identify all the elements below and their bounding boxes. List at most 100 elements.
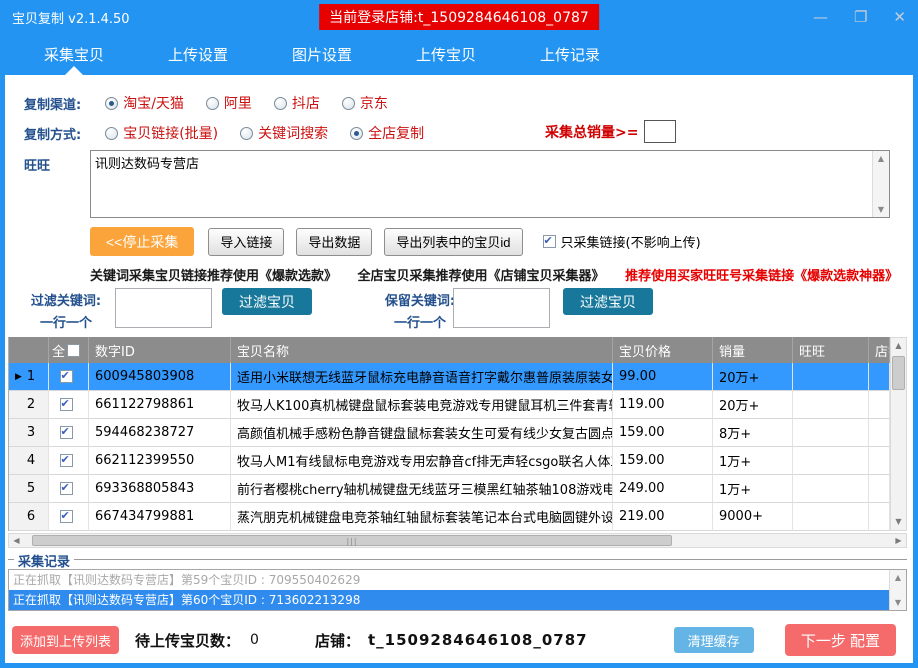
cell-price: 219.00 [613,503,713,531]
pending-count-value: 0 [250,632,259,648]
scroll-left-icon[interactable]: ◀ [9,536,24,545]
filter-items-keep-button[interactable]: 过滤宝贝 [563,288,653,315]
stop-collect-button[interactable]: <<停止采集 [90,227,194,256]
scroll-up-icon[interactable]: ▲ [873,151,889,166]
row-checkbox[interactable] [60,370,73,383]
current-row-marker-icon: ▶ [15,372,22,382]
cell-price: 99.00 [613,363,713,391]
radio-taobao-tmall[interactable]: 淘宝/天猫 [105,93,184,113]
login-shop-badge: 当前登录店铺:t_1509284646108_0787 [319,4,599,30]
log-scrollbar[interactable]: ▲ ▼ [889,570,906,610]
import-links-button[interactable]: 导入链接 [208,228,284,256]
header-sales: 销量 [713,337,793,363]
items-table: 全 数字ID 宝贝名称 宝贝价格 销量 旺旺 店铺 ▶1 60094580390… [8,337,907,531]
table-vertical-scrollbar[interactable]: ▲ ▼ [890,337,907,531]
header-select-all[interactable]: 全 [49,337,89,363]
table-row[interactable]: ▶2 661122798861 牧马人K100真机械键盘鼠标套装电竞游戏专用键鼠… [9,391,890,419]
radio-jd[interactable]: 京东 [342,93,388,113]
scrollbar-thumb[interactable]: ||| [32,535,672,546]
scroll-up-icon[interactable]: ▲ [891,338,906,354]
tab-collect[interactable]: 采集宝贝 [30,34,118,75]
radio-keyword-search[interactable]: 关键词搜索 [240,123,328,143]
add-to-upload-list-button[interactable]: 添加到上传列表 [12,626,119,654]
radio-icon [274,97,287,110]
only-collect-links-checkbox[interactable]: 只采集链接(不影响上传) [543,232,701,251]
tab-image-settings[interactable]: 图片设置 [278,34,366,75]
scroll-down-icon[interactable]: ▼ [890,595,906,610]
row-checkbox[interactable] [60,510,73,523]
filter-zone: 过滤关键词: 一行一个 过滤宝贝 保留关键词: 一行一个 过滤宝贝 [5,288,913,334]
wangwang-value: 讯则达数码专营店 [95,153,869,172]
copy-channel-label: 复制渠道: [24,94,81,113]
tips-line: 关键词采集宝贝链接推荐使用《爆款选款》 全店宝贝采集推荐使用《店铺宝贝采集器》 … [90,265,898,284]
cell-shop [869,391,890,419]
keep-keywords-input[interactable] [453,288,550,328]
tab-label: 上传宝贝 [416,46,476,64]
main-content: 复制渠道: 淘宝/天猫 阿里 抖店 京东 复制方式: 宝贝链 [5,75,913,663]
cell-name: 牧马人M1有线鼠标电竞游戏专用宏静音cf排无声轻csgo联名人体工学 [231,447,613,475]
cell-price: 159.00 [613,447,713,475]
cell-id: 662112399550 [89,447,231,475]
copy-mode-label: 复制方式: [24,124,81,143]
table-row[interactable]: ▶1 600945803908 适用小米联想无线蓝牙鼠标充电静音语音打字戴尔惠普… [9,363,890,391]
tab-upload-history[interactable]: 上传记录 [526,34,614,75]
scrollbar-thumb[interactable] [892,356,905,390]
export-data-button[interactable]: 导出数据 [296,228,372,256]
cell-wangwang [793,419,869,447]
tab-label: 采集宝贝 [44,46,104,64]
maximize-icon[interactable]: ❐ [854,10,867,25]
active-tab-indicator-icon [65,66,83,75]
radio-ali[interactable]: 阿里 [206,93,252,113]
scroll-right-icon[interactable]: ▶ [891,536,906,545]
log-entry[interactable]: 正在抓取【讯则达数码专营店】第60个宝贝ID : 713602213298 [9,590,889,610]
keep-keywords-label: 保留关键词: 一行一个 [377,290,463,331]
log-entry[interactable]: 正在抓取【讯则达数码专营店】第59个宝贝ID : 709550402629 [9,570,889,590]
radio-icon [342,97,355,110]
table-row[interactable]: ▶6 667434799881 蒸汽朋克机械键盘电竞茶轴红轴鼠标套装笔记本台式电… [9,503,890,531]
table-row[interactable]: ▶4 662112399550 牧马人M1有线鼠标电竞游戏专用宏静音cf排无声轻… [9,447,890,475]
row-checkbox[interactable] [60,398,73,411]
table-row[interactable]: ▶3 594468238727 高颜值机械手感粉色静音键盘鼠标套装女生可爱有线少… [9,419,890,447]
tab-upload-settings[interactable]: 上传设置 [154,34,242,75]
radio-item-links-batch[interactable]: 宝贝链接(批量) [105,123,218,143]
minimize-icon[interactable]: — [813,10,828,25]
app-window: 宝贝复制 v2.1.4.50 当前登录店铺:t_1509284646108_07… [0,0,918,668]
next-step-button[interactable]: 下一步 配置 [785,624,896,656]
cell-shop [869,363,890,391]
tab-upload-items[interactable]: 上传宝贝 [402,34,490,75]
radio-whole-store-copy[interactable]: 全店复制 [350,123,424,143]
cell-id: 600945803908 [89,363,231,391]
cell-wangwang [793,363,869,391]
select-all-checkbox-icon[interactable] [67,344,80,357]
export-ids-button[interactable]: 导出列表中的宝贝id [384,228,522,256]
table-row[interactable]: ▶5 693368805843 前行者樱桃cherry轴机械键盘无线蓝牙三模黑红… [9,475,890,503]
radio-douyin[interactable]: 抖店 [274,93,320,113]
close-icon[interactable]: ✕ [893,10,906,25]
clear-cache-button[interactable]: 清理缓存 [674,627,754,653]
cell-price: 249.00 [613,475,713,503]
title-bar: 宝贝复制 v2.1.4.50 当前登录店铺:t_1509284646108_07… [0,0,918,34]
header-row-number [9,337,49,363]
scroll-down-icon[interactable]: ▼ [873,202,889,217]
scroll-down-icon[interactable]: ▼ [891,514,906,530]
wangwang-textarea[interactable]: 讯则达数码专营店 ▲ ▼ [90,150,890,218]
window-controls: — ❐ ✕ [813,10,906,25]
min-sales-input[interactable] [644,120,676,143]
table-horizontal-scrollbar[interactable]: ◀ ||| ▶ [8,533,907,548]
row-checkbox[interactable] [60,482,73,495]
scroll-up-icon[interactable]: ▲ [890,570,906,585]
cell-price: 159.00 [613,419,713,447]
cell-shop [869,475,890,503]
filter-items-button[interactable]: 过滤宝贝 [222,288,312,315]
tab-label: 上传记录 [540,46,600,64]
row-checkbox[interactable] [60,426,73,439]
header-id: 数字ID [89,337,231,363]
cell-wangwang [793,475,869,503]
scrollbar-grip-icon: ||| [346,537,357,546]
collect-log-list[interactable]: 正在抓取【讯则达数码专营店】第59个宝贝ID : 709550402629 正在… [8,569,907,611]
items-table-main: 全 数字ID 宝贝名称 宝贝价格 销量 旺旺 店铺 ▶1 60094580390… [8,337,890,531]
exclude-keywords-input[interactable] [115,288,212,328]
wangwang-scrollbar[interactable]: ▲ ▼ [872,151,889,217]
row-checkbox[interactable] [60,454,73,467]
only-collect-links-label: 只采集链接(不影响上传) [561,232,701,251]
